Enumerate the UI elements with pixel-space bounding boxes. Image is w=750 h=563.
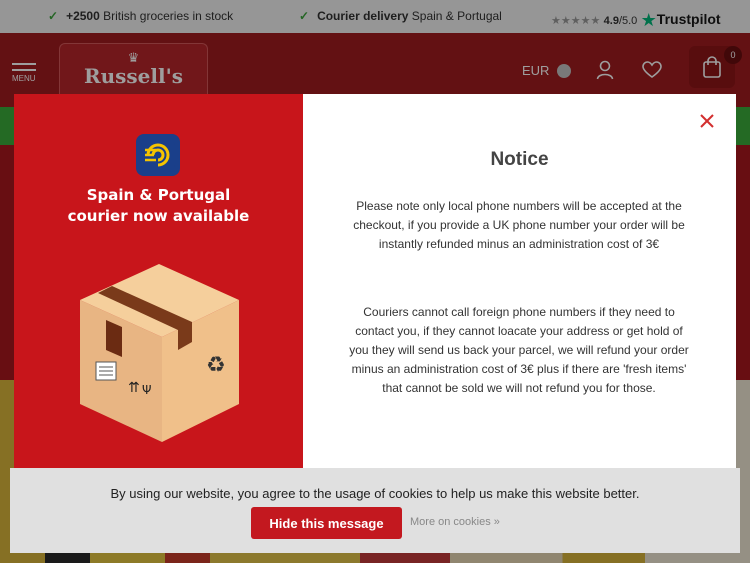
svg-text:♻: ♻ bbox=[206, 353, 226, 378]
svg-text:Ψ: Ψ bbox=[142, 383, 151, 397]
notice-paragraph-courier: Couriers cannot call foreign phone numbe… bbox=[349, 305, 689, 395]
promo-panel: Spain & Portugal courier now available ⇈… bbox=[14, 94, 303, 468]
notice-modal: Spain & Portugal courier now available ⇈… bbox=[14, 94, 736, 468]
promo-title: Spain & Portugal courier now available bbox=[14, 185, 303, 227]
promo-title-line2: courier now available bbox=[67, 207, 250, 225]
parcel-box-illustration: ⇈ Ψ ♻ bbox=[74, 242, 244, 452]
svg-text:⇈: ⇈ bbox=[128, 380, 140, 396]
cookie-banner: By using our website, you agree to the u… bbox=[10, 468, 740, 553]
more-on-cookies-link[interactable]: More on cookies » bbox=[410, 516, 500, 528]
cookie-text: By using our website, you agree to the u… bbox=[110, 486, 640, 501]
promo-title-line1: Spain & Portugal bbox=[86, 186, 231, 204]
courier-logo-icon bbox=[136, 134, 180, 176]
close-icon[interactable] bbox=[698, 112, 716, 130]
hide-message-button[interactable]: Hide this message bbox=[251, 507, 402, 539]
modal-title: Notice bbox=[490, 149, 549, 170]
notice-paragraph-phone: Please note only local phone numbers wil… bbox=[353, 199, 685, 251]
